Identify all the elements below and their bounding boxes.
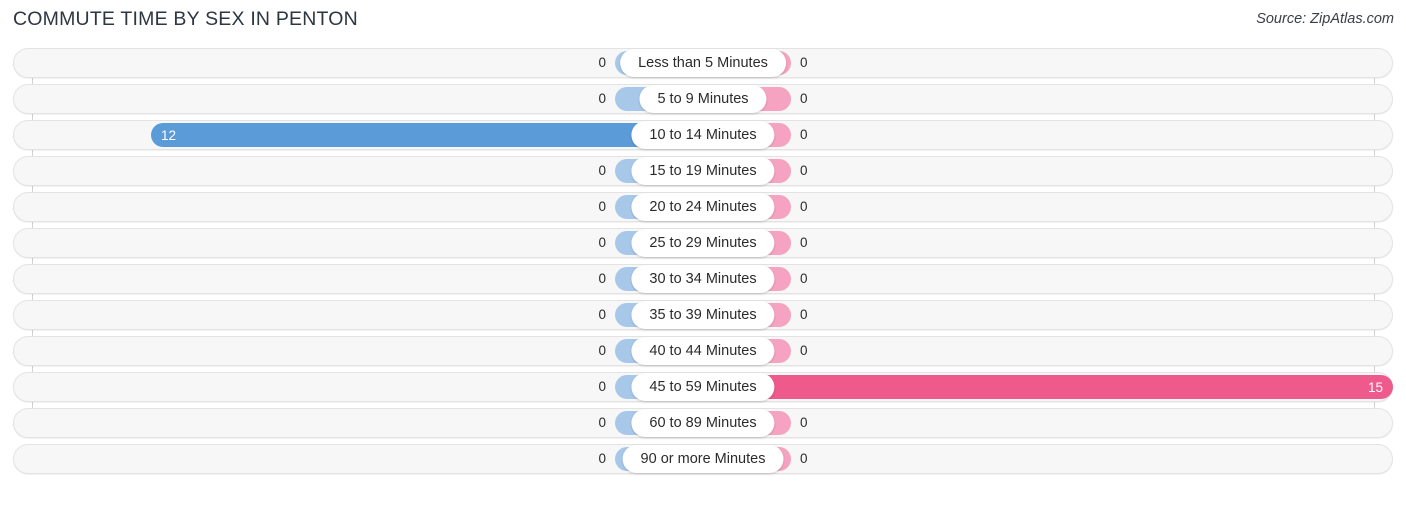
female-bar-value: 0: [800, 127, 808, 142]
male-half: 0: [0, 87, 703, 111]
bar-rows: 0 0 Less than 5 Minutes 0 0 5 to 9 Minutes 12 0…: [0, 48, 1406, 480]
table-row[interactable]: 0 0 40 to 44 Minutes: [0, 336, 1406, 366]
male-bar-value: 12: [161, 127, 177, 143]
male-bar-value: 0: [598, 379, 606, 394]
female-half: 0: [703, 87, 1406, 111]
chart-container: COMMUTE TIME BY SEX IN PENTON Source: Zi…: [0, 0, 1406, 522]
female-half: 0: [703, 411, 1406, 435]
female-bar-value: 0: [800, 163, 808, 178]
female-bar-value: 0: [800, 307, 808, 322]
table-row[interactable]: 0 0 25 to 29 Minutes: [0, 228, 1406, 258]
male-half: 0: [0, 51, 703, 75]
male-half: 0: [0, 339, 703, 363]
category-label: 90 or more Minutes: [622, 445, 784, 473]
table-row[interactable]: 0 0 90 or more Minutes: [0, 444, 1406, 474]
female-bar-value: 15: [1367, 379, 1383, 395]
female-bar-value: 0: [800, 91, 808, 106]
source-attribution: Source: ZipAtlas.com: [1256, 11, 1394, 27]
female-half: 0: [703, 51, 1406, 75]
female-half: 0: [703, 303, 1406, 327]
male-bar-value: 0: [598, 307, 606, 322]
category-label: Less than 5 Minutes: [620, 49, 786, 77]
category-label: 5 to 9 Minutes: [639, 85, 767, 113]
male-half: 0: [0, 231, 703, 255]
female-half: 0: [703, 267, 1406, 291]
table-row[interactable]: 0 0 35 to 39 Minutes: [0, 300, 1406, 330]
female-half: 0: [703, 159, 1406, 183]
male-half: 12: [0, 123, 703, 147]
male-bar-value: 0: [598, 271, 606, 286]
female-half: 0: [703, 195, 1406, 219]
plot-area: 0 0 Less than 5 Minutes 0 0 5 to 9 Minutes 12 0…: [0, 48, 1406, 482]
category-label: 35 to 39 Minutes: [631, 301, 775, 329]
male-half: 0: [0, 447, 703, 471]
male-bar-value: 0: [598, 199, 606, 214]
table-row[interactable]: 0 0 60 to 89 Minutes: [0, 408, 1406, 438]
page-title: COMMUTE TIME BY SEX IN PENTON: [13, 8, 358, 30]
female-bar[interactable]: 15: [703, 375, 1393, 399]
table-row[interactable]: 0 0 5 to 9 Minutes: [0, 84, 1406, 114]
female-half: 0: [703, 231, 1406, 255]
table-row[interactable]: 12 0 10 to 14 Minutes: [0, 120, 1406, 150]
category-label: 10 to 14 Minutes: [631, 121, 775, 149]
female-bar-value: 0: [800, 271, 808, 286]
male-half: 0: [0, 303, 703, 327]
category-label: 40 to 44 Minutes: [631, 337, 775, 365]
male-bar-value: 0: [598, 55, 606, 70]
male-bar-value: 0: [598, 415, 606, 430]
category-label: 20 to 24 Minutes: [631, 193, 775, 221]
male-half: 0: [0, 411, 703, 435]
male-half: 0: [0, 159, 703, 183]
male-half: 0: [0, 267, 703, 291]
male-bar-value: 0: [598, 235, 606, 250]
male-bar-value: 0: [598, 91, 606, 106]
male-bar-value: 0: [598, 343, 606, 358]
male-half: 0: [0, 375, 703, 399]
table-row[interactable]: 0 0 30 to 34 Minutes: [0, 264, 1406, 294]
table-row[interactable]: 0 0 20 to 24 Minutes: [0, 192, 1406, 222]
female-half: 15: [703, 375, 1406, 399]
female-half: 0: [703, 123, 1406, 147]
category-label: 60 to 89 Minutes: [631, 409, 775, 437]
male-bar-value: 0: [598, 451, 606, 466]
female-bar-value: 0: [800, 343, 808, 358]
category-label: 25 to 29 Minutes: [631, 229, 775, 257]
table-row[interactable]: 0 0 Less than 5 Minutes: [0, 48, 1406, 78]
female-bar-value: 0: [800, 235, 808, 250]
category-label: 15 to 19 Minutes: [631, 157, 775, 185]
female-bar-value: 0: [800, 415, 808, 430]
female-half: 0: [703, 339, 1406, 363]
female-bar-value: 0: [800, 451, 808, 466]
male-bar-value: 0: [598, 163, 606, 178]
female-bar-value: 0: [800, 199, 808, 214]
table-row[interactable]: 0 15 45 to 59 Minutes: [0, 372, 1406, 402]
male-half: 0: [0, 195, 703, 219]
table-row[interactable]: 0 0 15 to 19 Minutes: [0, 156, 1406, 186]
female-half: 0: [703, 447, 1406, 471]
male-bar[interactable]: 12: [151, 123, 703, 147]
female-bar-value: 0: [800, 55, 808, 70]
category-label: 30 to 34 Minutes: [631, 265, 775, 293]
category-label: 45 to 59 Minutes: [631, 373, 775, 401]
